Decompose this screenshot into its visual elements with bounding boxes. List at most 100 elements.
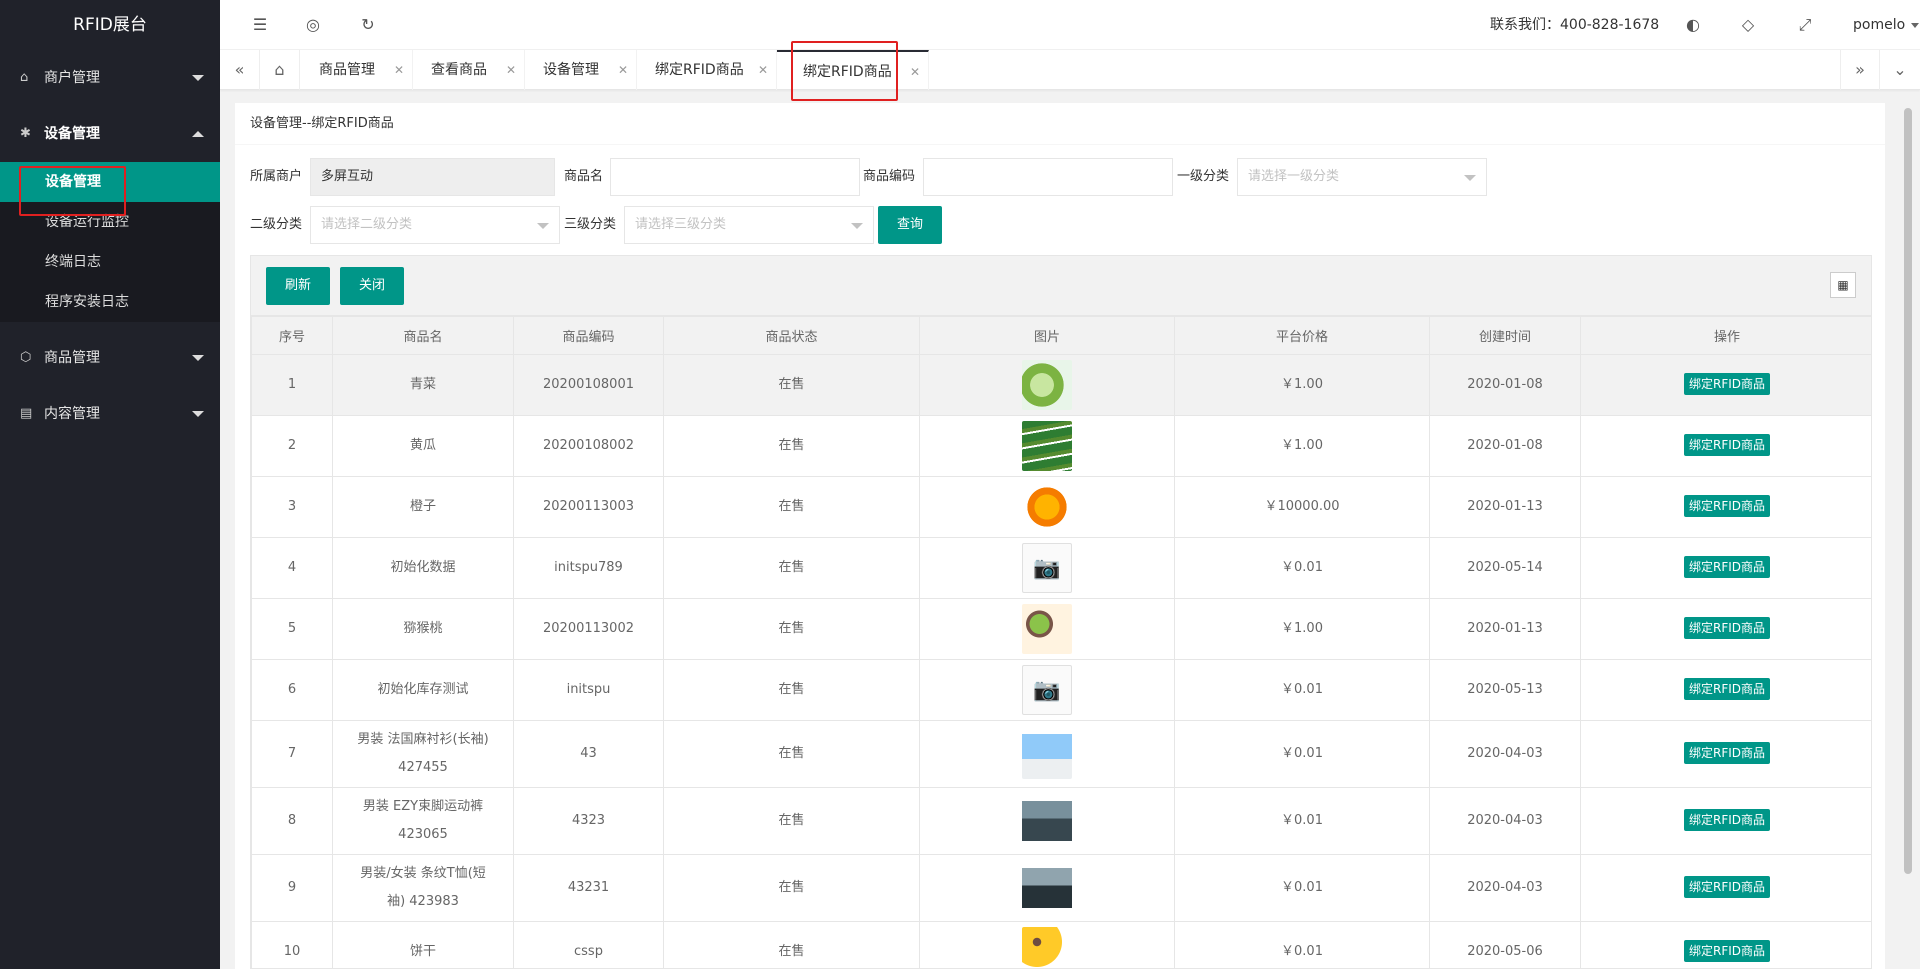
query-button[interactable]: 查询 [878, 206, 942, 244]
sidebar-item-merchant[interactable]: ⌂ 商户管理 [0, 50, 220, 106]
product-thumbnail[interactable] [1022, 796, 1072, 846]
bind-rfid-button[interactable]: 绑定RFID商品 [1683, 434, 1771, 456]
scrollbar-thumb[interactable] [1904, 108, 1912, 874]
sidebar-subitem-install-log[interactable]: 程序安装日志 [0, 282, 220, 322]
name-label: 商品名 [564, 169, 604, 184]
sidebar-item-label: 商户管理 [44, 70, 100, 86]
globe-icon[interactable]: ◎ [303, 15, 323, 35]
page-scrollbar[interactable] [1902, 103, 1914, 969]
menu-collapse-icon[interactable]: ☰ [250, 15, 270, 35]
cell-action: 绑定RFID商品 [1580, 787, 1871, 855]
top-header: ☰ ◎ ↻ 联系我们：400-828-1678 ◐ ◇ ⤢ pomelo [220, 0, 1920, 50]
home-tab-icon[interactable]: ⌂ [260, 50, 300, 90]
cell-no: 8 [251, 787, 333, 855]
table-row[interactable]: 6 初始化库存测试 initspu 在售 📷 ￥0.01 2020-05-13 绑定RFID商… [251, 659, 1871, 721]
tab-bind-rfid-active[interactable]: 绑定RFID商品 ✕ [777, 50, 929, 90]
table-row[interactable]: 7 男装 法国麻衬衫(长袖) 427455 43 在售 ￥0.01 2020-04-03 绑定… [251, 720, 1871, 788]
tabs-scroll-right-icon[interactable]: » [1840, 50, 1880, 90]
table-row[interactable]: 5 猕猴桃 20200113002 在售 ￥1.00 2020-01-13 绑定RFID商品 [251, 598, 1871, 660]
cell-code: initspu789 [513, 537, 664, 599]
product-thumbnail[interactable] [1022, 863, 1072, 913]
product-thumbnail[interactable] [1022, 729, 1072, 779]
close-button[interactable]: 关闭 [340, 267, 404, 305]
product-thumbnail[interactable] [1022, 360, 1072, 410]
close-icon[interactable]: ✕ [910, 52, 920, 92]
table-row[interactable]: 4 初始化数据 initspu789 在售 📷 ￥0.01 2020-05-14 绑定RFID… [251, 537, 1871, 599]
tabs-dropdown-icon[interactable]: ⌄ [1880, 50, 1920, 90]
tab-goods-manage[interactable]: 商品管理 ✕ [301, 50, 413, 90]
table-row[interactable]: 8 男装 EZY束脚运动裤 423065 4323 在售 ￥0.01 2020-04-03 绑… [251, 787, 1871, 855]
cell-action: 绑定RFID商品 [1580, 854, 1871, 922]
cell-no: 6 [251, 659, 333, 721]
table-row[interactable]: 10 饼干 cssp 在售 ￥0.01 2020-05-06 绑定RFID商品 [251, 921, 1871, 968]
name-input[interactable] [610, 158, 860, 196]
cell-date: 2020-04-03 [1429, 720, 1581, 788]
columns-filter-icon[interactable]: ▦ [1830, 272, 1856, 298]
table-row[interactable]: 3 橙子 20200113003 在售 ￥10000.00 2020-01-13 绑定RFI… [251, 476, 1871, 538]
product-thumbnail[interactable] [1022, 482, 1072, 532]
bind-rfid-button[interactable]: 绑定RFID商品 [1683, 678, 1771, 700]
col-header[interactable]: 商品名 [332, 316, 514, 355]
tab-device-manage[interactable]: 设备管理 ✕ [525, 50, 637, 90]
username: pomelo [1853, 17, 1906, 33]
sidebar-subitem-device-manage[interactable]: 设备管理 [0, 162, 220, 202]
cell-action: 绑定RFID商品 [1580, 354, 1871, 416]
col-header[interactable]: 图片 [919, 316, 1175, 355]
tabs-scroll-left-icon[interactable]: « [220, 50, 260, 90]
bind-rfid-button[interactable]: 绑定RFID商品 [1683, 876, 1771, 898]
cell-code: initspu [513, 659, 664, 721]
refresh-icon[interactable]: ↻ [358, 15, 378, 35]
refresh-button[interactable]: 刷新 [266, 267, 330, 305]
sidebar-subitem-terminal-log[interactable]: 终端日志 [0, 242, 220, 282]
close-icon[interactable]: ✕ [758, 50, 768, 90]
page-tabs: « ⌂ 商品管理 ✕ 查看商品 ✕ 设备管理 ✕ 绑定RFID商品 ✕ 绑定RFID商品… [220, 50, 1920, 90]
product-thumbnail[interactable] [1022, 927, 1072, 968]
cell-image: 📷 [919, 537, 1175, 599]
sidebar-item-device[interactable]: ✱ 设备管理 [0, 106, 220, 162]
cell-image [919, 921, 1175, 968]
sidebar-item-content[interactable]: ▤ 内容管理 [0, 386, 220, 442]
bind-rfid-button[interactable]: 绑定RFID商品 [1683, 556, 1771, 578]
cell-price: ￥1.00 [1174, 598, 1430, 660]
sidebar-subitem-device-monitor[interactable]: 设备运行监控 [0, 202, 220, 242]
code-input[interactable] [923, 158, 1173, 196]
col-header[interactable]: 商品编码 [513, 316, 664, 355]
col-header[interactable]: 平台价格 [1174, 316, 1430, 355]
cat1-select[interactable]: 请选择一级分类 [1237, 158, 1487, 196]
product-thumbnail[interactable] [1022, 421, 1072, 471]
bind-rfid-button[interactable]: 绑定RFID商品 [1683, 809, 1771, 831]
device-submenu: 设备管理 设备运行监控 终端日志 程序安装日志 [0, 162, 220, 322]
tab-view-goods[interactable]: 查看商品 ✕ [413, 50, 525, 90]
camera-placeholder-icon[interactable]: 📷 [1022, 665, 1072, 715]
tag-icon[interactable]: ◇ [1738, 15, 1758, 35]
table-row[interactable]: 9 男装/女装 条纹T恤(短 袖) 423983 43231 在售 ￥0.01 2020-0… [251, 854, 1871, 922]
close-icon[interactable]: ✕ [394, 50, 404, 90]
user-menu[interactable]: pomelo [1853, 0, 1920, 50]
goods-table: 序号 商品名 商品编码 商品状态 图片 平台价格 创建时间 操作 1 青菜 2020… [251, 316, 1871, 968]
palette-icon[interactable]: ◐ [1683, 15, 1703, 35]
col-header[interactable]: 创建时间 [1429, 316, 1581, 355]
fullscreen-icon[interactable]: ⤢ [1795, 15, 1815, 35]
bind-rfid-button[interactable]: 绑定RFID商品 [1683, 373, 1771, 395]
product-thumbnail[interactable] [1022, 604, 1072, 654]
sidebar-item-goods[interactable]: ⬡ 商品管理 [0, 330, 220, 386]
merchant-label: 所属商户 [250, 169, 303, 184]
col-header[interactable]: 序号 [251, 316, 333, 355]
bind-rfid-button[interactable]: 绑定RFID商品 [1683, 742, 1771, 764]
table-row[interactable]: 2 黄瓜 20200108002 在售 ￥1.00 2020-01-08 绑定RFID商品 [251, 415, 1871, 477]
table-row[interactable]: 1 青菜 20200108001 在售 ￥1.00 2020-01-08 绑定RFID商品 [251, 354, 1871, 416]
contact-text: 联系我们：400-828-1678 [1490, 17, 1660, 33]
cat3-select[interactable]: 请选择三级分类 [624, 206, 874, 244]
col-header[interactable]: 商品状态 [663, 316, 920, 355]
close-icon[interactable]: ✕ [618, 50, 628, 90]
tab-bind-rfid[interactable]: 绑定RFID商品 ✕ [637, 50, 777, 90]
bind-rfid-button[interactable]: 绑定RFID商品 [1683, 495, 1771, 517]
col-header[interactable]: 操作 [1580, 316, 1871, 355]
cat3-placeholder: 请选择三级分类 [635, 217, 727, 232]
bind-rfid-button[interactable]: 绑定RFID商品 [1683, 617, 1771, 639]
cat2-select[interactable]: 请选择二级分类 [310, 206, 560, 244]
cell-price: ￥1.00 [1174, 354, 1430, 416]
close-icon[interactable]: ✕ [506, 50, 516, 90]
bind-rfid-button[interactable]: 绑定RFID商品 [1683, 940, 1771, 962]
camera-placeholder-icon[interactable]: 📷 [1022, 543, 1072, 593]
